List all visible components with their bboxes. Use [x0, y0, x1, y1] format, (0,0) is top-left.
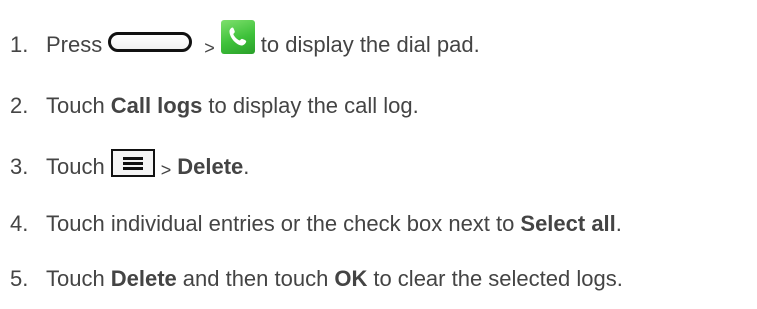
menu-icon	[110, 149, 155, 177]
step-1: 1. Press > to display the dial pad.	[10, 20, 480, 60]
instruction-steps: 1. Press > to display the dial pad. 2. T…	[0, 0, 757, 309]
step-text: and then touch	[182, 266, 329, 291]
step-text: Touch	[46, 93, 105, 118]
ui-term: Delete	[110, 266, 177, 291]
step-text: to display the call log.	[208, 93, 419, 118]
step-number: 3.	[10, 154, 29, 179]
step-number: 2.	[10, 93, 29, 118]
phone-icon	[220, 20, 255, 54]
step-text: Press	[46, 32, 103, 57]
step-text: .	[615, 211, 622, 236]
step-text: Touch	[46, 266, 105, 291]
step-number: 1.	[10, 32, 29, 57]
ui-term: Delete	[177, 154, 244, 179]
step-text: Touch individual entries or the check bo…	[46, 211, 515, 236]
step-text: to clear the selected logs.	[373, 266, 623, 291]
step-text: .	[243, 154, 250, 179]
home-button-icon	[108, 32, 193, 52]
ui-term: Select all	[520, 211, 616, 236]
step-text: Touch	[46, 154, 105, 179]
step-3: 3. Touch > Delete .	[10, 149, 250, 182]
step-5: 5. Touch Delete and then touch OK to cle…	[10, 264, 623, 294]
ui-term: Call logs	[110, 93, 203, 118]
step-separator: >	[160, 159, 172, 180]
step-separator: >	[204, 37, 215, 58]
step-text: to display the dial pad.	[260, 32, 480, 57]
step-4: 4. Touch individual entries or the check…	[10, 209, 622, 239]
ui-term: OK	[334, 266, 368, 291]
step-number: 4.	[10, 211, 29, 236]
step-number: 5.	[10, 266, 29, 291]
step-2: 2. Touch Call logs to display the call l…	[10, 91, 419, 121]
